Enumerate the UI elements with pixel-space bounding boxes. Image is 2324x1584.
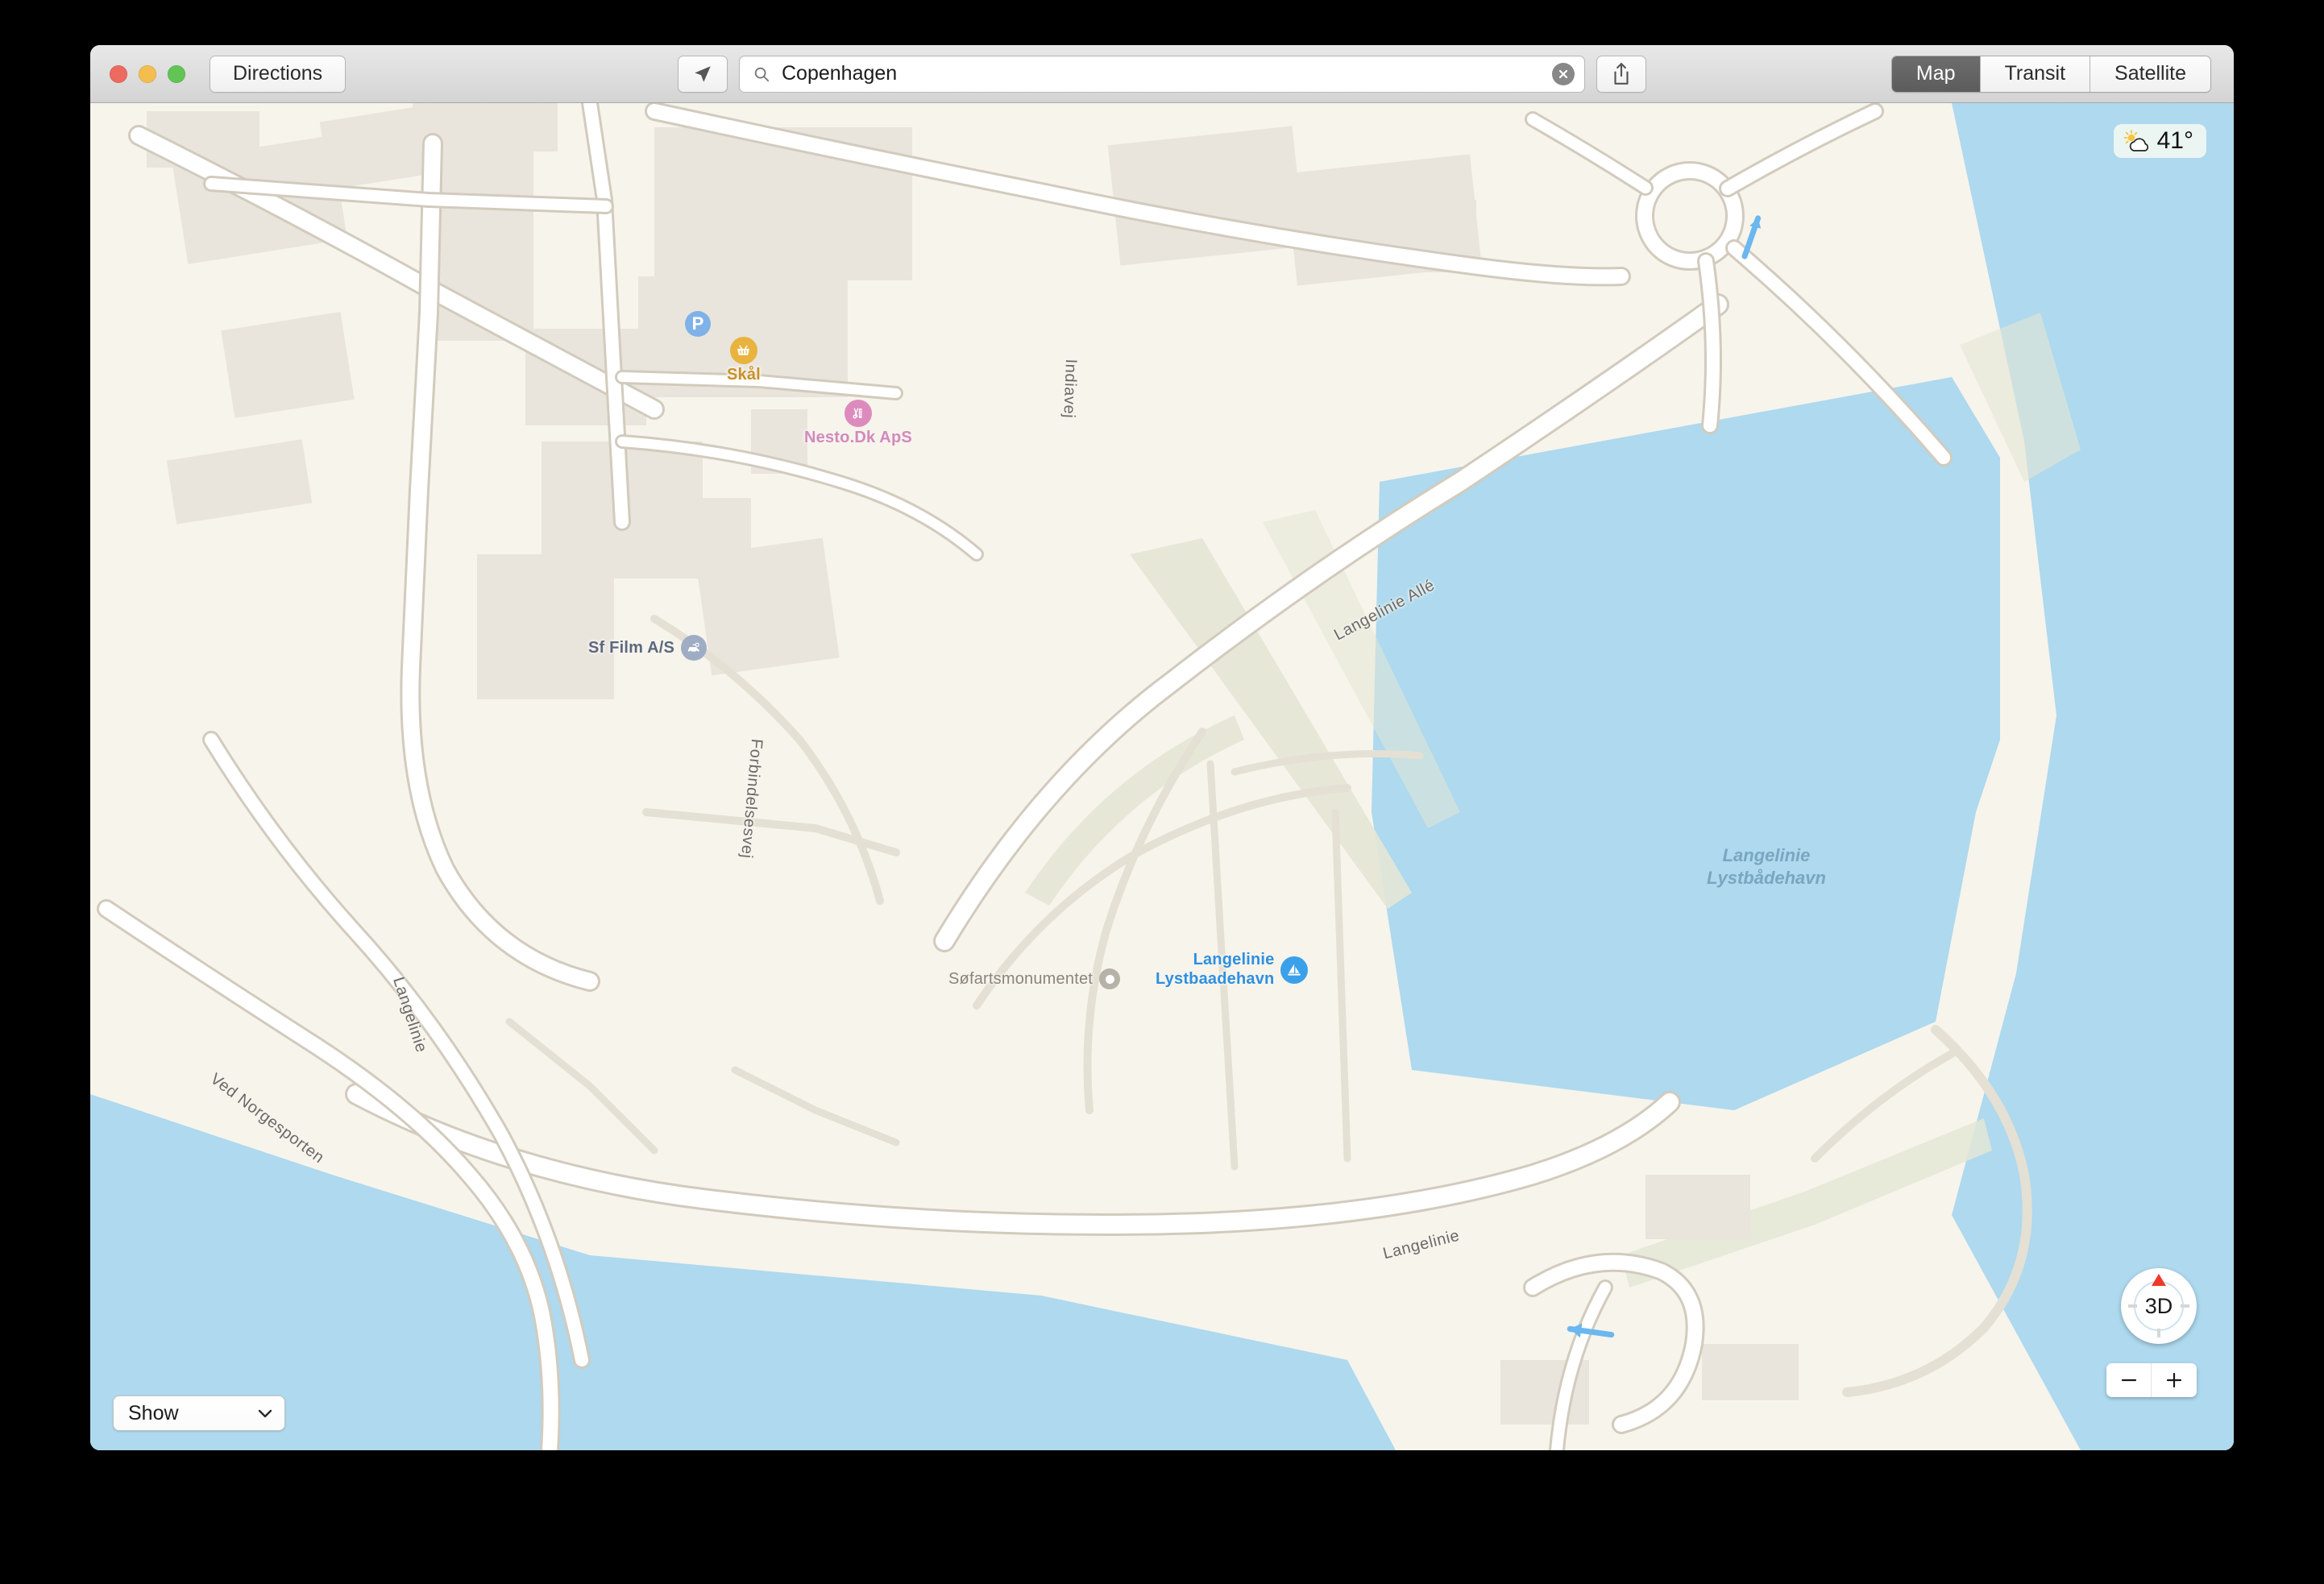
zoom-in-button[interactable] xyxy=(2152,1363,2197,1397)
show-dropdown-label: Show xyxy=(128,1401,179,1424)
plus-icon xyxy=(2166,1372,2182,1388)
clear-search-button[interactable] xyxy=(1552,62,1575,85)
toolbar-center-group xyxy=(678,55,1646,93)
compass-3d-label: 3D xyxy=(2134,1281,2184,1331)
window-titlebar: Directions Copenhagen Map Transit Satell… xyxy=(90,45,2234,103)
compass-3d-button[interactable]: 3D xyxy=(2121,1268,2197,1344)
tab-map[interactable]: Map xyxy=(1891,56,1981,92)
directions-button[interactable]: Directions xyxy=(210,55,347,93)
zoom-button[interactable] xyxy=(168,64,185,83)
search-input[interactable] xyxy=(780,61,1552,86)
clear-circle-icon xyxy=(1558,69,1568,78)
traffic-lights xyxy=(110,64,185,83)
search-icon xyxy=(754,67,770,81)
zoom-controls[interactable] xyxy=(2106,1363,2197,1397)
compass-tick-south xyxy=(2157,1329,2160,1337)
oneway-arrow-icon xyxy=(1741,215,1762,259)
weather-badge[interactable]: 41° xyxy=(2113,124,2206,158)
close-button[interactable] xyxy=(110,64,127,83)
maps-window: Directions Copenhagen Map Transit Satell… xyxy=(90,45,2234,1450)
compass-tick-west xyxy=(2128,1304,2137,1308)
show-dropdown[interactable]: Show xyxy=(113,1395,285,1431)
map-canvas[interactable]: .water { fill:#aed9ee; } .bldg { fill:#e… xyxy=(90,103,2234,1450)
location-arrow-button[interactable] xyxy=(678,55,728,93)
tab-transit[interactable]: Transit xyxy=(1980,56,2091,92)
partly-cloudy-icon xyxy=(2123,130,2148,151)
zoom-out-button[interactable] xyxy=(2106,1363,2152,1397)
share-icon xyxy=(1614,62,1629,85)
tab-satellite[interactable]: Satellite xyxy=(2090,56,2210,92)
minus-icon xyxy=(2121,1379,2136,1382)
search-field[interactable] xyxy=(739,55,1585,93)
chevron-down-icon xyxy=(258,1409,272,1418)
share-button[interactable] xyxy=(1596,55,1646,93)
weather-temperature: 41° xyxy=(2156,127,2193,154)
oneway-arrows-layer xyxy=(1567,215,1762,1338)
compass-tick-east xyxy=(2181,1304,2189,1308)
map-mode-segmented-control[interactable]: Map Transit Satellite xyxy=(1890,55,2211,93)
minimize-button[interactable] xyxy=(139,64,156,83)
oneway-arrow-icon xyxy=(1567,1323,1615,1338)
north-needle-icon xyxy=(2152,1274,2166,1286)
location-arrow-icon xyxy=(695,65,711,82)
